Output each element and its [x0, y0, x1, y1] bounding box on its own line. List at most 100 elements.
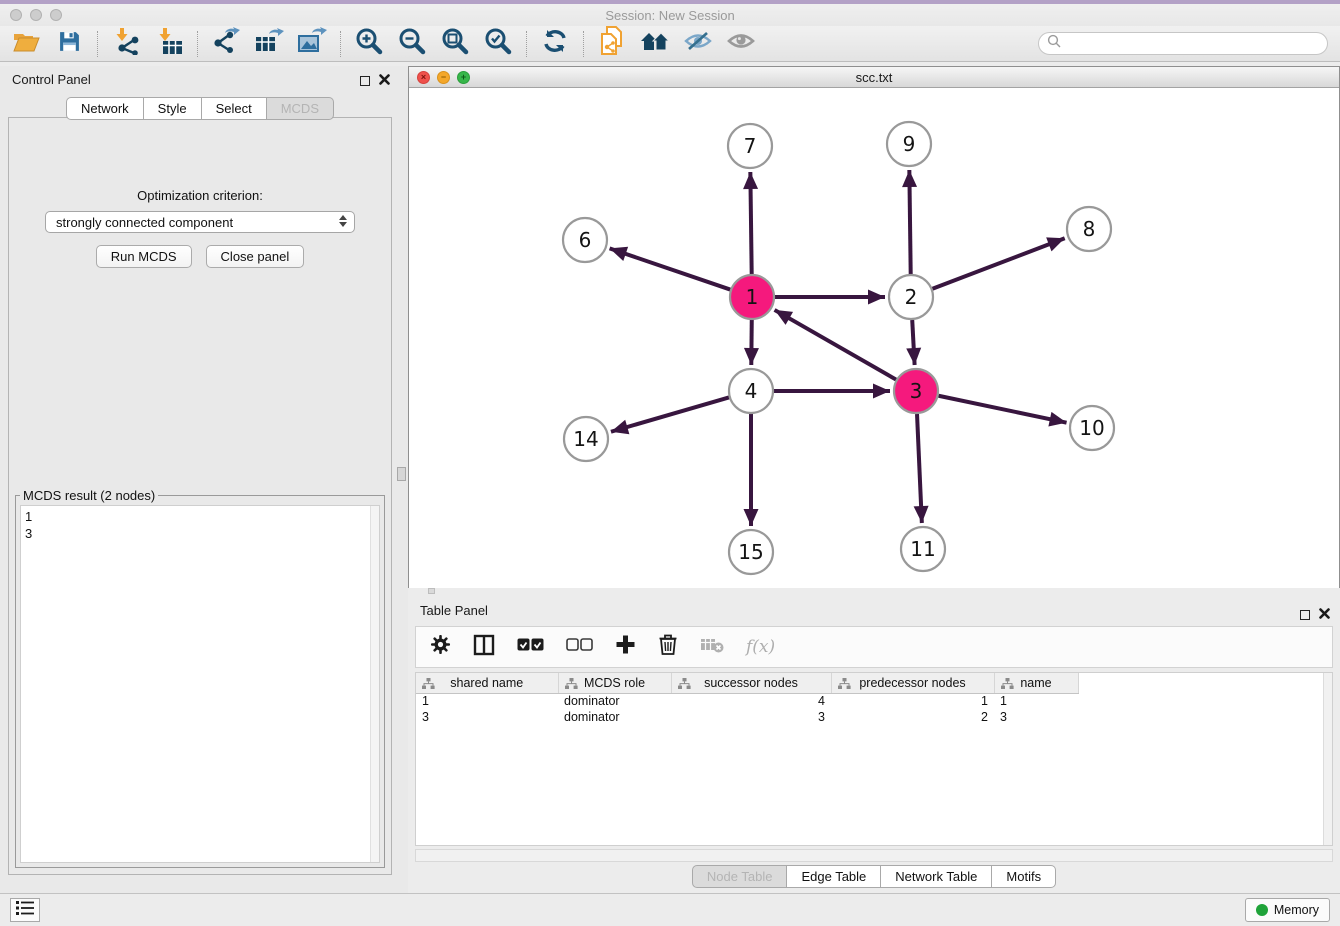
tab-node-table[interactable]: Node Table [692, 865, 788, 888]
close-panel-icon[interactable] [379, 72, 390, 90]
graph-node-10[interactable]: 10 [1070, 406, 1114, 450]
mcds-result-line: 1 [25, 508, 375, 525]
open-session-button[interactable] [8, 29, 44, 59]
graph-node-2[interactable]: 2 [889, 275, 933, 319]
network-canvas[interactable]: 7 9 6 8 1 2 4 3 14 10 15 11 [409, 88, 1339, 588]
graph-node-14[interactable]: 14 [564, 417, 608, 461]
graph-edge-3-1[interactable] [775, 310, 896, 380]
criterion-dropdown[interactable]: strongly connected component [45, 211, 355, 233]
canvas-resize-handle[interactable] [428, 588, 435, 594]
close-table-panel-icon[interactable] [1319, 606, 1330, 624]
export-table-button[interactable] [251, 29, 287, 59]
float-table-panel-icon[interactable] [1300, 610, 1310, 620]
graph-edge-4-14[interactable] [611, 397, 729, 431]
delete-table-button[interactable] [700, 637, 724, 658]
tab-motifs[interactable]: Motifs [992, 865, 1056, 888]
zoom-in-button[interactable] [351, 29, 387, 59]
tab-edge-table[interactable]: Edge Table [787, 865, 881, 888]
mcds-result-title: MCDS result (2 nodes) [20, 488, 158, 503]
criterion-value: strongly connected component [56, 215, 233, 230]
export-image-button[interactable] [294, 29, 330, 59]
graph-node-11[interactable]: 11 [901, 527, 945, 571]
table-cell[interactable]: 4 [671, 693, 831, 709]
tab-select[interactable]: Select [202, 97, 267, 120]
refresh-layout-button[interactable] [537, 29, 573, 59]
column-header-predecessor-nodes[interactable]: predecessor nodes [831, 673, 994, 693]
graph-edge-3-10[interactable] [939, 396, 1067, 423]
table-cell[interactable]: 1 [994, 693, 1078, 709]
function-builder-button[interactable]: f(x) [746, 637, 775, 657]
table-cell[interactable]: 1 [416, 693, 558, 709]
delete-column-button[interactable] [658, 634, 678, 661]
network-window-titlebar[interactable]: × − + scc.txt [409, 67, 1339, 88]
table-cell[interactable]: 3 [416, 709, 558, 725]
node-table-grid[interactable]: shared name MCDS rolesuccessor nodesprede… [416, 673, 1079, 725]
table-cell[interactable]: dominator [558, 709, 671, 725]
export-network-button[interactable] [208, 29, 244, 59]
graph-edge-2-9[interactable] [909, 170, 910, 274]
clone-network-button[interactable] [594, 29, 630, 59]
zoom-selected-button[interactable] [480, 29, 516, 59]
column-header-shared-name[interactable]: shared name [416, 673, 558, 693]
table-horizontal-scrollbar[interactable] [415, 849, 1333, 862]
graph-edge-2-8[interactable] [932, 238, 1064, 289]
column-header-label: name [1020, 676, 1051, 690]
table-cell[interactable]: 3 [994, 709, 1078, 725]
table-cell[interactable]: dominator [558, 693, 671, 709]
select-all-button[interactable] [517, 638, 544, 656]
graph-edge-2-3[interactable] [912, 320, 914, 365]
result-scrollbar[interactable] [370, 506, 379, 862]
column-header-mcds-role[interactable]: MCDS role [558, 673, 671, 693]
graph-node-8[interactable]: 8 [1067, 207, 1111, 251]
close-panel-button[interactable]: Close panel [206, 245, 305, 268]
graph-node-15[interactable]: 15 [729, 530, 773, 574]
table-vertical-scrollbar[interactable] [1323, 673, 1332, 845]
column-header-successor-nodes[interactable]: successor nodes [671, 673, 831, 693]
zoom-fit-button[interactable] [437, 29, 473, 59]
graph-edge-1-6[interactable] [610, 248, 731, 289]
table-cell[interactable]: 2 [831, 709, 994, 725]
graph-edge-1-7[interactable] [750, 172, 751, 274]
table-settings-button[interactable] [430, 634, 451, 660]
graph-node-1[interactable]: 1 [730, 275, 774, 319]
show-all-button[interactable] [723, 29, 759, 59]
column-header-name[interactable]: name [994, 673, 1078, 693]
network-graph[interactable]: 7 9 6 8 1 2 4 3 14 10 15 11 [409, 88, 1339, 588]
graph-node-3[interactable]: 3 [894, 369, 938, 413]
search-icon [1047, 34, 1061, 53]
mcds-result-text[interactable]: 13 [20, 505, 380, 863]
column-header-label: shared name [450, 676, 523, 690]
save-session-button[interactable] [51, 29, 87, 59]
import-network-button[interactable] [108, 29, 144, 59]
float-panel-icon[interactable] [360, 76, 370, 86]
create-column-button[interactable] [615, 634, 636, 660]
search-input[interactable] [1066, 36, 1327, 51]
tab-network-table[interactable]: Network Table [881, 865, 992, 888]
toolbar-separator [526, 31, 527, 57]
hide-selected-button[interactable] [680, 29, 716, 59]
table-row[interactable]: 3dominator323 [416, 709, 1078, 725]
table-cell[interactable]: 3 [671, 709, 831, 725]
graph-edge-3-11[interactable] [917, 414, 922, 523]
home-view-button[interactable] [637, 29, 673, 59]
task-history-button[interactable] [10, 898, 40, 922]
run-mcds-button[interactable]: Run MCDS [96, 245, 192, 268]
splitter-handle[interactable] [397, 467, 406, 481]
graph-node-6[interactable]: 6 [563, 218, 607, 262]
tab-mcds[interactable]: MCDS [267, 97, 334, 120]
graph-node-7[interactable]: 7 [728, 124, 772, 168]
zoom-selected-icon [484, 27, 512, 60]
graph-node-9[interactable]: 9 [887, 122, 931, 166]
show-column-button[interactable] [473, 634, 495, 661]
zoom-out-button[interactable] [394, 29, 430, 59]
tab-style[interactable]: Style [144, 97, 202, 120]
search-field[interactable] [1038, 32, 1328, 55]
panel-splitter[interactable] [400, 66, 408, 893]
memory-button[interactable]: Memory [1245, 898, 1330, 922]
import-table-button[interactable] [151, 29, 187, 59]
graph-node-4[interactable]: 4 [729, 369, 773, 413]
table-row[interactable]: 1dominator411 [416, 693, 1078, 709]
table-cell[interactable]: 1 [831, 693, 994, 709]
tab-network[interactable]: Network [66, 97, 144, 120]
unselect-all-button[interactable] [566, 638, 593, 656]
